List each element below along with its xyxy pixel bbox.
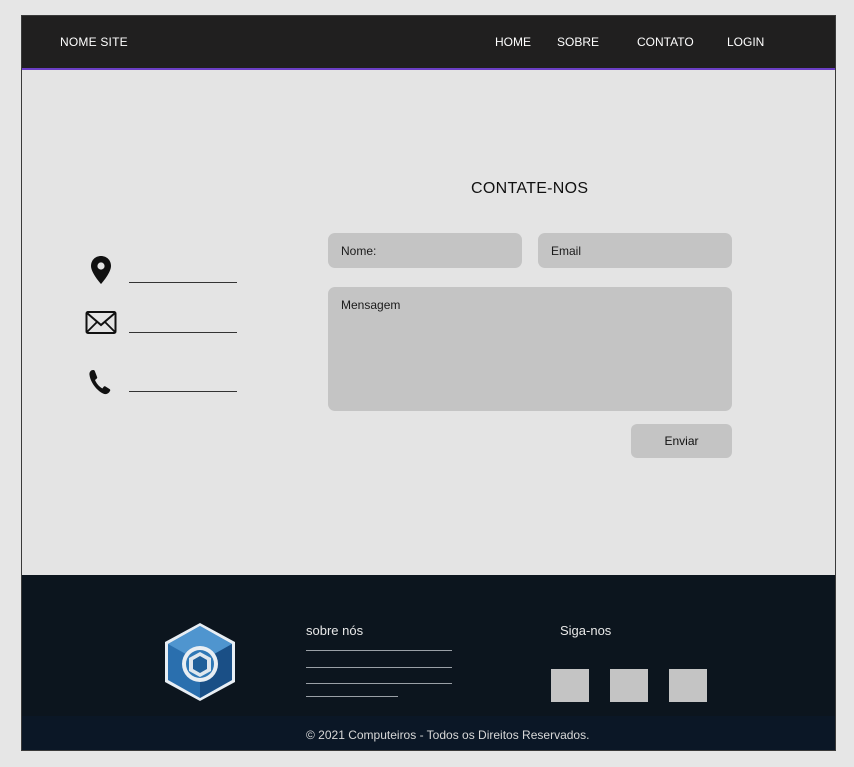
phone-icon [89, 370, 111, 395]
about-line [306, 667, 452, 668]
envelope-icon [85, 311, 117, 334]
name-field[interactable] [328, 233, 522, 268]
top-navbar: NOME SITE HOME SOBRE CONTATO LOGIN [22, 16, 835, 70]
nav-link-home[interactable]: HOME [495, 35, 531, 49]
about-line [306, 683, 452, 684]
follow-heading: Siga-nos [560, 623, 612, 638]
email-field[interactable] [538, 233, 732, 268]
send-button[interactable]: Enviar [631, 424, 732, 458]
phone-line [129, 391, 237, 392]
address-line [129, 282, 237, 283]
contact-title: CONTATE-NOS [471, 180, 589, 197]
message-field[interactable] [328, 287, 732, 411]
email-line [129, 332, 237, 333]
about-line [306, 696, 398, 697]
social-link-1[interactable] [551, 669, 589, 702]
location-pin-icon [91, 256, 111, 284]
copyright-text: © 2021 Computeiros - Todos os Direitos R… [306, 728, 590, 742]
page-frame: NOME SITE HOME SOBRE CONTATO LOGIN CONTA… [21, 15, 836, 751]
contact-section: CONTATE-NOS Enviar [22, 70, 835, 575]
nav-link-login[interactable]: LOGIN [727, 35, 764, 49]
social-link-2[interactable] [610, 669, 648, 702]
nav-link-sobre[interactable]: SOBRE [557, 35, 599, 49]
footer: sobre nós Siga-nos © 2021 Computeiros - … [22, 575, 835, 750]
cube-logo-icon [165, 623, 235, 701]
nav-link-contato[interactable]: CONTATO [637, 35, 694, 49]
about-heading: sobre nós [306, 623, 364, 638]
footer-bottom-bar: © 2021 Computeiros - Todos os Direitos R… [22, 716, 835, 750]
social-link-3[interactable] [669, 669, 707, 702]
site-name[interactable]: NOME SITE [60, 35, 128, 49]
about-line [306, 650, 452, 651]
